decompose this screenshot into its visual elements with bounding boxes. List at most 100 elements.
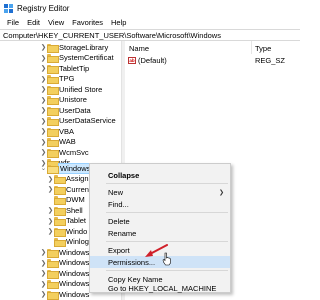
tree-item-tpg[interactable]: ❯ TPG xyxy=(40,74,74,85)
string-value-icon: ab xyxy=(128,57,136,64)
tree-item-windows-error[interactable]: ❯ Windo xyxy=(47,226,87,237)
tree-item-label: TabletTip xyxy=(59,63,90,73)
tree-item-windows-selected[interactable]: ⌄ Windows xyxy=(40,162,93,174)
tree-item-label: Shell xyxy=(66,205,83,215)
menu-edit[interactable]: Edit xyxy=(23,18,44,27)
menu-item-label: Find... xyxy=(108,199,129,209)
tree-item-windows-2[interactable]: ❯ Windows xyxy=(40,247,89,258)
chevron-right-icon[interactable]: ❯ xyxy=(40,279,47,289)
tree-item-winlogon[interactable]: Winlog xyxy=(47,237,89,248)
tree-item-label: Windows xyxy=(59,268,90,278)
tree-item-unified-store[interactable]: ❯ Unified Store xyxy=(40,84,102,95)
tree-item-label: WAB xyxy=(59,137,76,147)
tree-item-label: Windows xyxy=(59,289,90,299)
menu-bar: File Edit View Favorites Help xyxy=(0,16,300,29)
chevron-right-icon[interactable]: ❯ xyxy=(40,95,47,105)
menu-item-rename[interactable]: Rename xyxy=(90,227,230,239)
tree-item-windows-5[interactable]: ❯ Windows xyxy=(40,279,89,290)
chevron-right-icon[interactable]: ❯ xyxy=(47,216,54,226)
tree-item-wab[interactable]: ❯ WAB xyxy=(40,137,76,148)
chevron-right-icon[interactable]: ❯ xyxy=(40,126,47,136)
chevron-right-icon[interactable]: ❯ xyxy=(47,184,54,194)
tree-item-shell[interactable]: ❯ Shell xyxy=(47,205,83,216)
tree-item-vba[interactable]: ❯ VBA xyxy=(40,126,74,137)
tree-item-storagelibrary[interactable]: ❯ StorageLibrary xyxy=(40,42,108,53)
menu-item-collapse[interactable]: Collapse xyxy=(90,169,230,181)
address-bar[interactable]: Computer\HKEY_CURRENT_USER\Software\Micr… xyxy=(0,29,300,41)
menu-item-permissions[interactable]: Permissions... xyxy=(90,256,230,268)
address-path[interactable]: Computer\HKEY_CURRENT_USER\Software\Micr… xyxy=(3,31,221,40)
tree-item-windows-6[interactable]: ❯ Windows xyxy=(40,289,89,300)
tree-item-userdata[interactable]: ❯ UserData xyxy=(40,105,91,116)
chevron-down-icon[interactable]: ⌄ xyxy=(40,163,47,173)
chevron-right-icon[interactable]: ❯ xyxy=(40,42,47,52)
menu-item-delete[interactable]: Delete xyxy=(90,215,230,227)
menu-item-label: Rename xyxy=(108,228,137,238)
value-type: REG_SZ xyxy=(255,56,286,65)
folder-icon xyxy=(54,196,66,206)
column-divider[interactable] xyxy=(251,41,252,54)
tree-item-unistore[interactable]: ❯ Unistore xyxy=(40,95,87,106)
chevron-right-icon[interactable]: ❯ xyxy=(47,205,54,215)
tree-item-windows-3[interactable]: ❯ Windows xyxy=(40,258,89,269)
folder-icon xyxy=(54,227,66,237)
chevron-right-icon[interactable]: ❯ xyxy=(47,174,54,184)
tree-item-label: Winlog xyxy=(66,237,89,247)
menu-item-label: Export xyxy=(108,245,130,255)
column-header-name[interactable]: Name xyxy=(129,43,149,54)
chevron-right-icon[interactable]: ❯ xyxy=(40,268,47,278)
chevron-right-icon[interactable]: ❯ xyxy=(40,289,47,299)
chevron-right-icon[interactable]: ❯ xyxy=(40,147,47,157)
folder-icon xyxy=(47,54,59,64)
tree-item-label: Assign xyxy=(66,174,89,184)
tree-item-windows-4[interactable]: ❯ Windows xyxy=(40,268,89,279)
menu-help[interactable]: Help xyxy=(107,18,130,27)
tree-item-wcmsvc[interactable]: ❯ WcmSvc xyxy=(40,147,89,158)
folder-icon xyxy=(54,217,66,227)
folder-icon xyxy=(47,117,59,127)
menu-favorites[interactable]: Favorites xyxy=(68,18,107,27)
folder-icon xyxy=(47,259,59,269)
tree-item-dwm[interactable]: DWM xyxy=(47,195,85,206)
chevron-right-icon[interactable]: ❯ xyxy=(40,116,47,126)
chevron-right-icon[interactable]: ❯ xyxy=(40,247,47,257)
tree-item-label: Windows xyxy=(59,258,90,268)
menu-item-goto-hklm[interactable]: Go to HKEY_LOCAL_MACHINE xyxy=(90,282,230,294)
chevron-right-icon[interactable]: ❯ xyxy=(40,258,47,268)
tree-item-tablettip[interactable]: ❯ TabletTip xyxy=(40,63,89,74)
chevron-right-icon[interactable]: ❯ xyxy=(40,84,47,94)
tree-item-label: UserDataService xyxy=(59,116,116,126)
chevron-right-icon[interactable]: ❯ xyxy=(40,105,47,115)
column-header-type[interactable]: Type xyxy=(255,43,271,54)
menu-item-new[interactable]: New ❯ xyxy=(90,186,230,198)
tree-item-label: StorageLibrary xyxy=(59,42,109,52)
menu-item-export[interactable]: Export xyxy=(90,244,230,256)
tree-item-userdataservice[interactable]: ❯ UserDataService xyxy=(40,116,116,127)
menu-item-find[interactable]: Find... xyxy=(90,198,230,210)
value-row[interactable]: ab (Default) REG_SZ xyxy=(125,55,300,66)
folder-icon xyxy=(47,75,59,85)
tree-item-label: Unistore xyxy=(59,95,87,105)
tree-item-systemcertificates[interactable]: ❯ SystemCertificat xyxy=(40,53,114,64)
menu-separator xyxy=(106,241,228,242)
tree-item-label: WcmSvc xyxy=(59,147,89,157)
chevron-right-icon[interactable]: ❯ xyxy=(40,137,47,147)
tree-item-label: Windows xyxy=(59,247,90,257)
tree-item-label: VBA xyxy=(59,126,75,136)
folder-icon xyxy=(54,238,66,248)
tree-item-assignedaccess[interactable]: ❯ Assign xyxy=(47,174,89,185)
tree-item-tabletpc[interactable]: ❯ Tablet xyxy=(47,216,86,227)
chevron-right-icon[interactable]: ❯ xyxy=(40,74,47,84)
menu-file[interactable]: File xyxy=(3,18,23,27)
menu-separator xyxy=(106,212,228,213)
chevron-right-icon[interactable]: ❯ xyxy=(47,226,54,236)
folder-icon xyxy=(47,269,59,279)
menu-view[interactable]: View xyxy=(44,18,68,27)
submenu-arrow-icon: ❯ xyxy=(218,189,224,196)
folder-icon xyxy=(54,175,66,185)
chevron-right-icon[interactable]: ❯ xyxy=(40,63,47,73)
tree-item-label: UserData xyxy=(59,105,91,115)
chevron-right-icon[interactable]: ❯ xyxy=(40,53,47,63)
